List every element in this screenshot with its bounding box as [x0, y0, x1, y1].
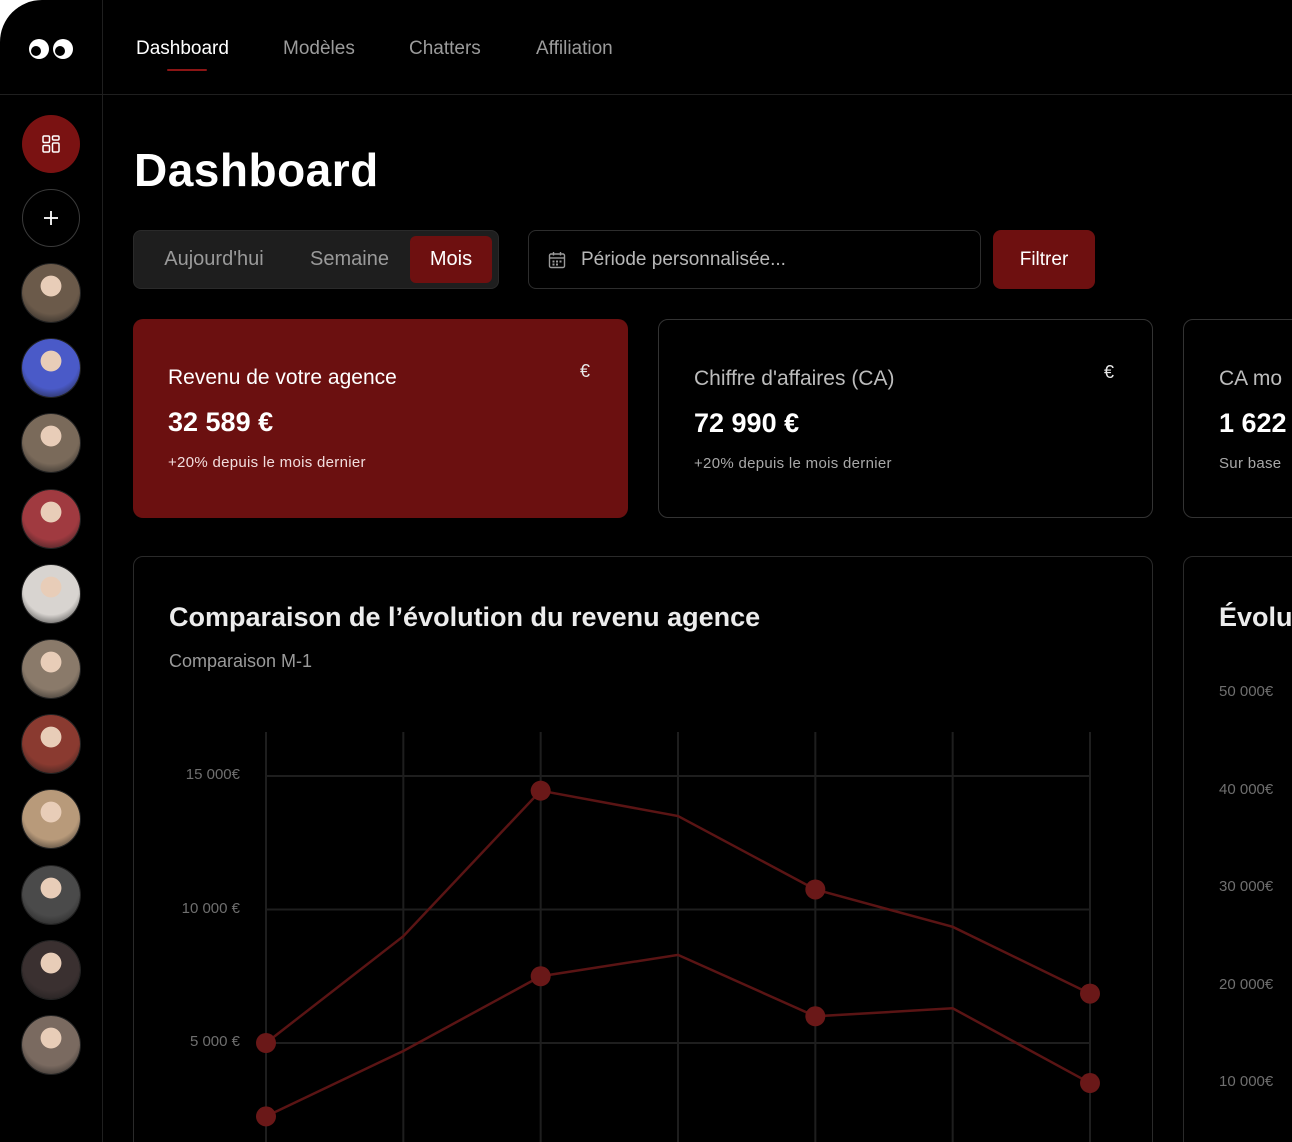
model-avatar[interactable]: [22, 414, 80, 473]
nav-chatters[interactable]: Chatters: [409, 38, 481, 60]
card-value: 1 622: [1219, 408, 1287, 438]
custom-period-field: [528, 230, 981, 289]
custom-period-input[interactable]: [581, 231, 961, 288]
period-week[interactable]: Semaine: [292, 236, 407, 283]
card-value: 32 589 €: [168, 407, 274, 437]
data-point: [530, 780, 551, 801]
euro-icon: €: [1103, 362, 1114, 382]
sidebar-divider: [0, 94, 102, 95]
filter-button[interactable]: Filtrer: [993, 230, 1095, 289]
data-point: [805, 879, 826, 900]
card-trend: +20% depuis le mois dernier: [168, 454, 366, 471]
period-today[interactable]: Aujourd'hui: [144, 236, 284, 283]
data-point: [805, 1006, 826, 1027]
card-title: CA mo: [1219, 367, 1283, 390]
data-point: [1080, 1073, 1100, 1094]
revenue-comparison-panel: Comparaison de l’évolution du revenu age…: [133, 556, 1153, 1142]
page-title: Dashboard: [134, 144, 379, 196]
nav-affiliation[interactable]: Affiliation: [536, 38, 613, 60]
model-avatar[interactable]: [22, 489, 80, 548]
data-point: [256, 1033, 276, 1053]
app-window: Dashboard Modèles Chatters Affiliation D…: [0, 0, 1292, 1142]
y-tick-label: 30 000€: [1219, 878, 1274, 895]
calendar-icon: [548, 252, 566, 269]
top-navigation: Dashboard Modèles Chatters Affiliation: [103, 0, 1292, 95]
plus-icon: [44, 211, 58, 225]
card-trend: Sur base: [1219, 455, 1282, 472]
data-point: [530, 966, 551, 987]
nav-dashboard[interactable]: Dashboard: [136, 38, 229, 60]
add-model-button[interactable]: [22, 189, 80, 247]
model-avatar[interactable]: [22, 564, 80, 623]
period-selector: Aujourd'hui Semaine Mois: [133, 230, 499, 289]
card-title: Revenu de votre agence: [168, 366, 397, 389]
y-tick-label: 50 000€: [1219, 683, 1274, 700]
model-avatar[interactable]: [22, 264, 80, 322]
model-avatar[interactable]: [22, 790, 80, 849]
grid-icon: [42, 135, 60, 153]
nav-modeles[interactable]: Modèles: [283, 38, 355, 60]
card-value: 72 990 €: [694, 408, 800, 438]
period-month[interactable]: Mois: [410, 236, 492, 283]
eyes-logo-icon[interactable]: [28, 32, 74, 66]
y-tick-label: 10 000€: [1219, 1073, 1274, 1090]
card-title: Chiffre d'affaires (CA): [694, 367, 895, 390]
card-turnover[interactable]: Chiffre d'affaires (CA) € 72 990 € +20% …: [658, 319, 1153, 518]
model-avatar[interactable]: [22, 940, 80, 999]
card-agency-revenue[interactable]: Revenu de votre agence € 32 589 € +20% d…: [133, 319, 628, 518]
euro-icon: €: [579, 361, 590, 381]
model-avatar[interactable]: [22, 865, 80, 924]
data-point: [1080, 983, 1100, 1004]
evolution-panel: Évolu 50 000€ 40 000€ 30 000€ 20 000€ 10 000…: [1183, 556, 1292, 1142]
sidebar: [0, 0, 103, 1142]
y-tick-label: 20 000€: [1219, 975, 1274, 993]
revenue-line-chart: [256, 732, 1100, 1142]
data-point: [256, 1106, 276, 1127]
chart-title: Évolu: [1219, 602, 1292, 632]
card-trend: +20% depuis le mois dernier: [694, 455, 892, 472]
nav-active-indicator: [167, 69, 207, 71]
model-avatar[interactable]: [22, 640, 80, 698]
y-tick-label: 40 000€: [1219, 780, 1274, 798]
sidebar-dashboard-button[interactable]: [22, 115, 80, 173]
model-avatar[interactable]: [22, 1016, 80, 1074]
model-avatar[interactable]: [22, 339, 80, 398]
model-avatar[interactable]: [22, 715, 80, 774]
card-monthly-ca[interactable]: CA mo 1 622 Sur base: [1183, 319, 1292, 518]
